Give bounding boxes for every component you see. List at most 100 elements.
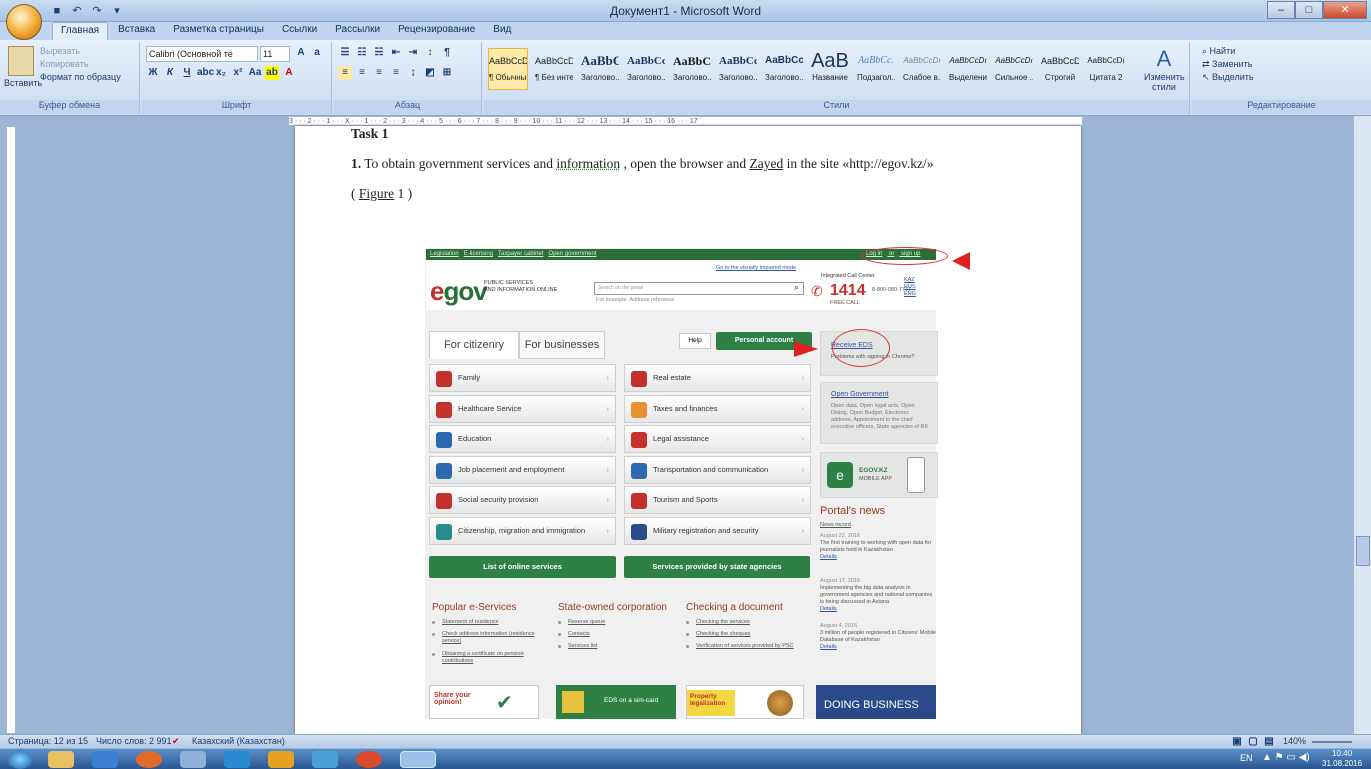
tray-language[interactable]: EN: [1240, 753, 1253, 763]
style-item[interactable]: AaBbCcDc ¶ Без инте...: [534, 48, 574, 90]
font-size-select[interactable]: 11: [260, 46, 290, 62]
state-services-button[interactable]: Services provided by state agencies: [624, 556, 810, 578]
opera-icon[interactable]: [312, 751, 338, 768]
scrollbar-thumb[interactable]: [1356, 536, 1370, 566]
page-count[interactable]: Страница: 12 из 15: [8, 735, 88, 748]
service-link[interactable]: Checking the services: [696, 619, 806, 626]
category-button[interactable]: Transportation and communication ›: [624, 455, 811, 484]
minimize-button[interactable]: –: [1267, 1, 1295, 19]
italic-icon[interactable]: К: [163, 66, 177, 80]
style-item[interactable]: AaBbCcDı Выделение: [948, 48, 988, 90]
subscript-icon[interactable]: x₂: [214, 66, 228, 80]
explorer-icon[interactable]: [48, 751, 74, 768]
egov-logo[interactable]: egov: [430, 276, 488, 307]
office-button[interactable]: [6, 4, 42, 40]
tab-mailings[interactable]: Рассылки: [327, 22, 388, 40]
print-layout-icon[interactable]: ▣: [1230, 735, 1244, 749]
lang-kaz[interactable]: KAZ: [904, 277, 916, 284]
app-icon[interactable]: [268, 751, 294, 768]
pilcrow-icon[interactable]: ¶: [440, 46, 454, 60]
help-button[interactable]: Help: [679, 333, 711, 349]
word-count[interactable]: Число слов: 2 991: [96, 735, 172, 748]
egov-search-input[interactable]: Search on the portal: [594, 282, 804, 295]
maximize-button[interactable]: □: [1295, 1, 1323, 19]
increase-indent-icon[interactable]: ⇥: [406, 46, 420, 60]
borders-icon[interactable]: ⊞: [440, 66, 454, 80]
tab-view[interactable]: Вид: [485, 22, 519, 40]
style-item[interactable]: AaBbCcDı Сильное ...: [994, 48, 1034, 90]
cut-button[interactable]: Вырезать: [40, 46, 80, 56]
shrink-font-icon[interactable]: a: [310, 46, 324, 60]
zoom-slider[interactable]: [1312, 741, 1352, 743]
grow-font-icon[interactable]: A: [294, 46, 308, 60]
category-button[interactable]: Education ›: [429, 425, 616, 453]
copy-button[interactable]: Копировать: [40, 59, 88, 69]
category-button[interactable]: Social security provision ›: [429, 486, 616, 514]
list-online-services-button[interactable]: List of online services: [429, 556, 616, 578]
change-case-icon[interactable]: Aa: [248, 66, 262, 80]
category-button[interactable]: Job placement and employment ›: [429, 455, 616, 484]
decrease-indent-icon[interactable]: ⇤: [389, 46, 403, 60]
paste-icon[interactable]: [8, 46, 34, 76]
align-left-icon[interactable]: ≡: [338, 66, 352, 80]
find-button[interactable]: ⌕ Найти: [1202, 46, 1235, 57]
tray-clock[interactable]: 10:40 31.08.2016: [1322, 749, 1362, 769]
vertical-scrollbar[interactable]: [1353, 116, 1371, 734]
toplink-opengov[interactable]: Open government: [548, 251, 596, 257]
tab-references[interactable]: Ссылки: [274, 22, 325, 40]
replace-button[interactable]: ⇄ Заменить: [1202, 59, 1253, 70]
banner-property-legalization[interactable]: Property legalization: [686, 685, 804, 719]
toplink-taxpayer[interactable]: Taxpayer cabinet: [498, 251, 543, 257]
category-button[interactable]: Real estate ›: [624, 364, 811, 392]
style-item[interactable]: AaBbCcDc ¶ Обычный: [488, 48, 528, 90]
news-archive-link[interactable]: News record: [820, 522, 851, 529]
highlight-icon[interactable]: ab: [265, 66, 279, 80]
style-item[interactable]: AaBbCcDı Цитата 2: [1086, 48, 1126, 90]
spellcheck-icon[interactable]: ✔: [172, 735, 180, 748]
tray-icons[interactable]: ▲ ⚑ ▭ ◀): [1262, 752, 1310, 763]
style-item[interactable]: AaBbCc Заголово...: [626, 48, 666, 90]
justify-icon[interactable]: ≡: [389, 66, 403, 80]
style-item[interactable]: AaB Название: [810, 48, 850, 90]
service-link[interactable]: Reserve queue: [568, 619, 678, 626]
multilevel-list-icon[interactable]: ☵: [372, 46, 386, 60]
bold-icon[interactable]: Ж: [146, 66, 160, 80]
category-button[interactable]: Family ›: [429, 364, 616, 392]
word-taskbar-icon[interactable]: [400, 751, 436, 768]
lang-eng[interactable]: ENG: [904, 291, 916, 298]
bullets-icon[interactable]: ☰: [338, 46, 352, 60]
strikethrough-icon[interactable]: abc: [197, 66, 214, 80]
category-button[interactable]: Citizenship, migration and immigration ›: [429, 516, 616, 545]
zoom-level[interactable]: 140%: [1283, 735, 1306, 748]
tab-for-businesses[interactable]: For businesses: [519, 331, 605, 359]
style-item[interactable]: AaBbC Заголово...: [672, 48, 712, 90]
category-button[interactable]: Healthcare Service ›: [429, 394, 616, 423]
vertical-ruler[interactable]: [6, 126, 16, 734]
visually-impaired-link[interactable]: Go to the visually impaired mode: [716, 265, 796, 272]
lang-switch[interactable]: KAZ RUS ENG: [904, 277, 916, 298]
tab-page-layout[interactable]: Разметка страницы: [165, 22, 272, 40]
align-center-icon[interactable]: ≡: [355, 66, 369, 80]
change-styles-button[interactable]: A Изменить стили: [1144, 46, 1185, 92]
service-link[interactable]: Verification of services provided by PSC: [696, 643, 806, 650]
web-layout-icon[interactable]: ▤: [1262, 735, 1276, 749]
underline-icon[interactable]: Ч: [180, 66, 194, 80]
numbering-icon[interactable]: ☷: [355, 46, 369, 60]
style-item[interactable]: AaBbC Заголово...: [580, 48, 620, 90]
news-more[interactable]: Details: [820, 644, 936, 651]
chrome-icon[interactable]: [356, 751, 382, 768]
font-family-select[interactable]: Calibri (Основной те: [146, 46, 258, 62]
toplink-elicensing[interactable]: E-licensing: [464, 251, 493, 257]
format-painter-button[interactable]: Формат по образцу: [40, 72, 121, 82]
full-screen-icon[interactable]: ▢: [1246, 735, 1260, 749]
sort-icon[interactable]: ↕: [423, 46, 437, 60]
start-button[interactable]: [8, 750, 32, 769]
tab-insert[interactable]: Вставка: [110, 22, 163, 40]
ie-icon[interactable]: [224, 751, 250, 768]
close-button[interactable]: ✕: [1323, 1, 1367, 19]
horizontal-ruler[interactable]: 3 · · · 2 · · · 1 · · · X · · · 1 · · · …: [288, 116, 1083, 126]
category-button[interactable]: Legal assistance ›: [624, 425, 811, 453]
tab-home[interactable]: Главная: [52, 22, 109, 40]
style-item[interactable]: AaBbCcDc Строгий: [1040, 48, 1080, 90]
service-link[interactable]: Contacts: [568, 631, 678, 638]
